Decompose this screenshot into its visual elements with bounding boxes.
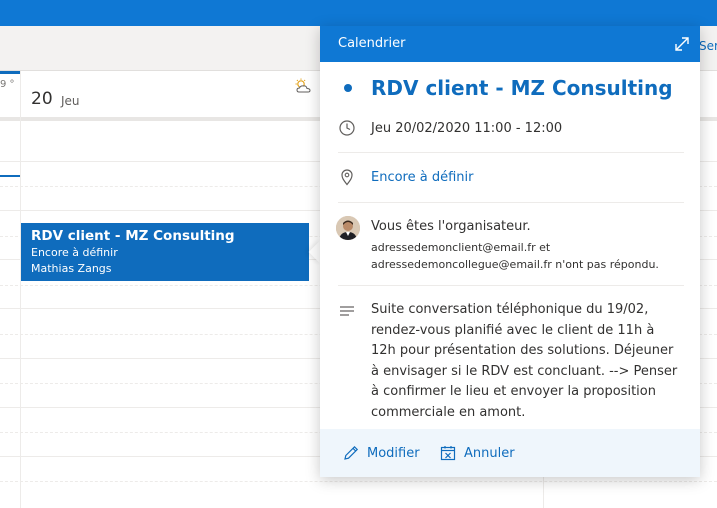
current-time-indicator: [0, 175, 20, 177]
organizer-text: Vous êtes l'organisateur.: [371, 219, 531, 234]
attendee-suffix: et: [535, 241, 551, 254]
popup-header-title: Calendrier: [338, 36, 406, 51]
event-title: RDV client - MZ Consulting: [371, 76, 673, 100]
popup-header: Calendrier: [320, 26, 700, 62]
calendar-event[interactable]: RDV client - MZ Consulting Encore à défi…: [21, 223, 309, 281]
attendee-email: adressedemoncollegue@email.fr: [371, 258, 552, 271]
organizer-avatar: [336, 216, 360, 240]
attendees-line-1: adressedemonclient@email.fr et: [371, 241, 550, 254]
today-accent: [0, 71, 20, 74]
calendar-event-organizer: Mathias Zangs: [31, 262, 112, 275]
partly-cloudy-icon: [295, 78, 311, 93]
calendar-event-location: Encore à définir: [31, 246, 118, 259]
day-name[interactable]: Jeu: [61, 94, 80, 108]
event-details-popup: Calendrier RDV client - MZ Consulting Je…: [320, 26, 700, 477]
divider: [338, 152, 684, 153]
top-app-bar: [0, 0, 717, 26]
attendee-email: adressedemonclient@email.fr: [371, 241, 536, 254]
attendees-line-2: adressedemoncollegue@email.fr n'ont pas …: [371, 258, 659, 271]
day-number[interactable]: 20: [31, 89, 53, 109]
left-column-partial: 9 °: [0, 79, 15, 90]
notes-icon: [340, 306, 354, 316]
clock-icon: [339, 120, 355, 136]
divider: [338, 202, 684, 203]
event-color-dot: [344, 84, 352, 92]
calendar-cancel-icon: [440, 446, 456, 461]
event-location-link[interactable]: Encore à définir: [371, 170, 473, 185]
half-hour-line: [0, 481, 717, 482]
calendar-event-title: RDV client - MZ Consulting: [31, 228, 235, 244]
expand-icon[interactable]: [672, 34, 692, 54]
event-description: Suite conversation téléphonique du 19/02…: [371, 302, 678, 420]
toolbar-partial-label[interactable]: Ser: [699, 39, 717, 53]
attendee-suffix: n'ont pas répondu.: [551, 258, 659, 271]
location-pin-icon: [341, 169, 353, 186]
cancel-event-button[interactable]: Annuler: [439, 443, 515, 463]
divider: [338, 285, 684, 286]
cancel-event-button-label: Annuler: [464, 445, 515, 461]
edit-button[interactable]: Modifier: [342, 443, 420, 463]
edit-button-label: Modifier: [367, 445, 420, 461]
pencil-icon: [344, 445, 359, 460]
avatar-photo-icon: [336, 216, 360, 240]
column-divider: [20, 71, 21, 508]
event-datetime: Jeu 20/02/2020 11:00 - 12:00: [371, 121, 563, 136]
popup-footer: Modifier Annuler: [320, 429, 700, 477]
